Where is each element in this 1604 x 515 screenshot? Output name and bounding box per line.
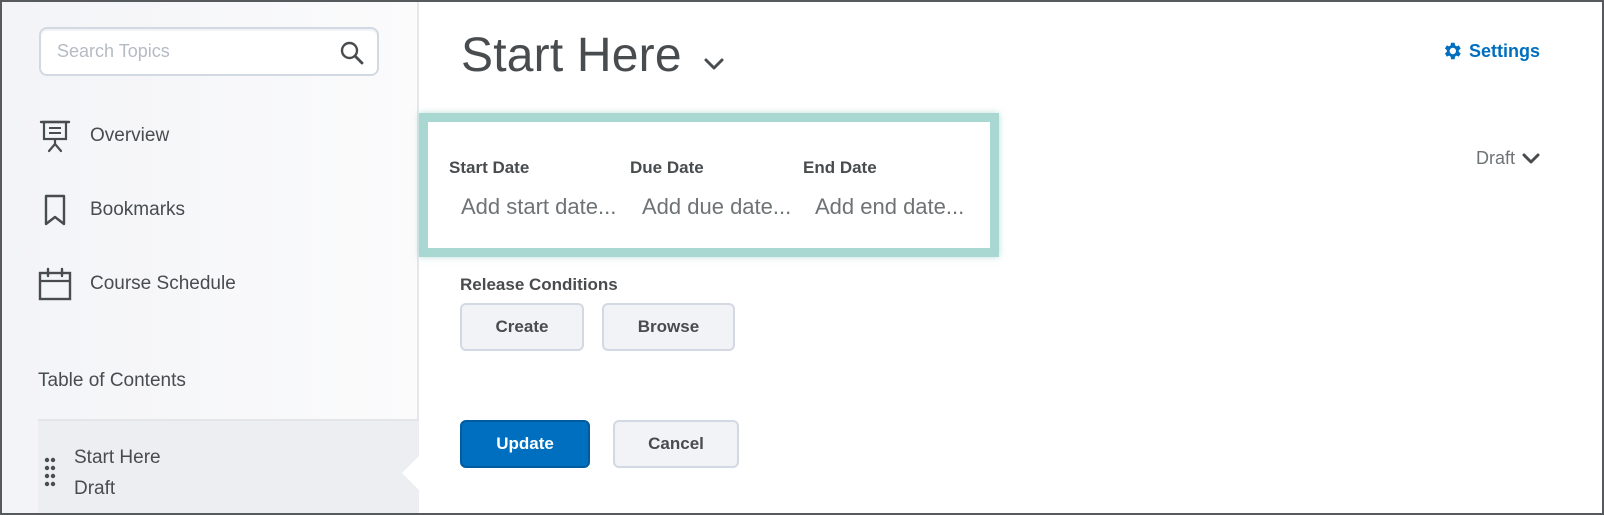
sidebar-item-label: Overview bbox=[90, 125, 170, 146]
status-dropdown[interactable]: Draft bbox=[1476, 148, 1540, 169]
sidebar: Overview Bookmarks Course Schedule Ta bbox=[2, 2, 421, 513]
sidebar-item-overview[interactable]: Overview bbox=[38, 118, 169, 154]
gear-icon bbox=[1444, 42, 1461, 60]
toc-item-title: Start Here bbox=[74, 447, 161, 468]
sidebar-item-bookmarks[interactable]: Bookmarks bbox=[38, 192, 185, 228]
main-content: Start Here Settings Draft Start Date Add… bbox=[419, 2, 1602, 513]
drag-handle-icon[interactable] bbox=[44, 457, 56, 487]
app-window: Overview Bookmarks Course Schedule Ta bbox=[0, 0, 1604, 515]
browse-button[interactable]: Browse bbox=[602, 303, 735, 351]
update-button[interactable]: Update bbox=[460, 420, 590, 468]
settings-label: Settings bbox=[1468, 40, 1540, 61]
end-date-input[interactable]: Add end date... bbox=[815, 194, 964, 220]
toc-item-start-here[interactable]: Start Here Draft bbox=[38, 421, 419, 513]
release-conditions-label: Release Conditions bbox=[460, 275, 618, 294]
sidebar-item-label: Bookmarks bbox=[90, 199, 186, 220]
start-date-label: Start Date bbox=[449, 158, 530, 177]
calendar-icon bbox=[38, 266, 72, 302]
page-title: Start Here bbox=[461, 29, 682, 82]
selection-pointer bbox=[402, 454, 421, 492]
status-value: Draft bbox=[1475, 148, 1515, 168]
toc-heading: Table of Contents bbox=[38, 370, 186, 391]
chevron-down-icon[interactable] bbox=[703, 56, 725, 72]
due-date-label: Due Date bbox=[630, 158, 704, 177]
end-date-label: End Date bbox=[803, 158, 877, 177]
sidebar-item-label: Course Schedule bbox=[90, 273, 236, 294]
search-box[interactable] bbox=[39, 27, 379, 76]
search-input[interactable] bbox=[57, 41, 327, 62]
search-icon[interactable] bbox=[339, 40, 365, 66]
toc-item-status: Draft bbox=[74, 478, 116, 499]
due-date-input[interactable]: Add due date... bbox=[642, 194, 791, 220]
presentation-icon bbox=[38, 118, 72, 154]
cancel-button[interactable]: Cancel bbox=[613, 420, 739, 468]
bookmark-icon bbox=[38, 192, 72, 228]
create-button[interactable]: Create bbox=[460, 303, 584, 351]
start-date-input[interactable]: Add start date... bbox=[461, 194, 616, 220]
sidebar-item-course-schedule[interactable]: Course Schedule bbox=[38, 266, 236, 302]
chevron-down-icon bbox=[1522, 153, 1540, 163]
dates-panel: Start Date Add start date... Due Date Ad… bbox=[419, 113, 999, 257]
settings-button[interactable]: Settings bbox=[1441, 40, 1540, 62]
